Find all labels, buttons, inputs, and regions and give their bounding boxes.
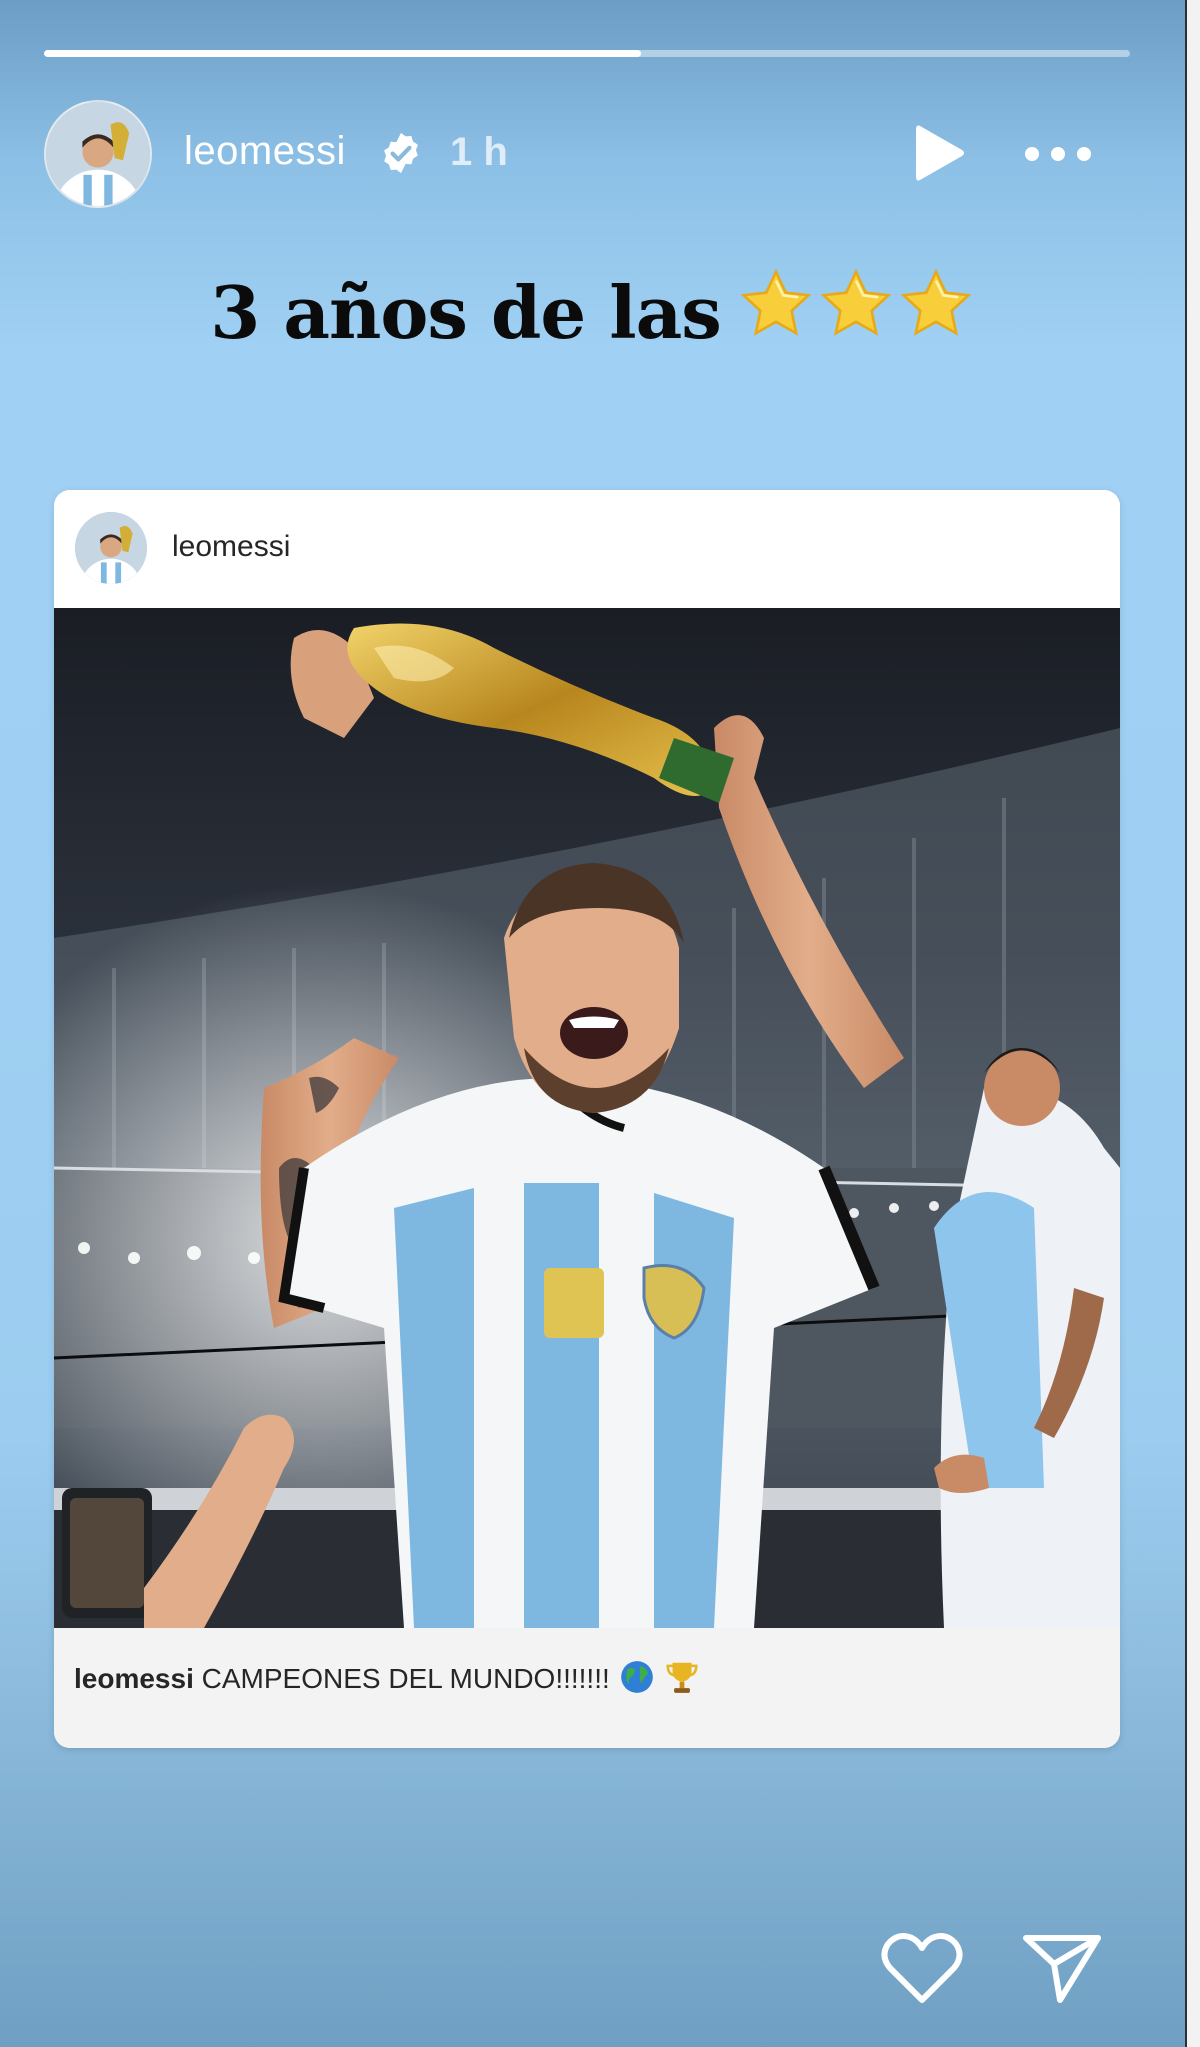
avatar-photo xyxy=(46,102,150,206)
trophy-emoji-icon xyxy=(666,1662,698,1693)
shared-post-username[interactable]: leomessi xyxy=(172,530,290,564)
play-icon[interactable] xyxy=(910,120,970,186)
story-header: leomessi 1 h xyxy=(44,100,1130,210)
shared-post-avatar[interactable] xyxy=(75,512,147,584)
story-timestamp: 1 h xyxy=(450,130,508,174)
globe-emoji-icon xyxy=(620,1661,653,1693)
story-caption: 3 años de las xyxy=(0,266,1185,361)
shared-post-photo xyxy=(54,608,1120,1628)
star-emoji-icon xyxy=(820,268,892,336)
story-username[interactable]: leomessi xyxy=(184,129,346,174)
celebration-photo-illustration xyxy=(54,608,1120,1628)
star-emoji-icon xyxy=(740,268,812,336)
star-emoji-icon xyxy=(900,268,972,336)
verified-badge-icon xyxy=(384,132,418,174)
shared-post-avatar-photo xyxy=(75,512,147,584)
story-view[interactable]: leomessi 1 h 3 años de las leomessi leom… xyxy=(0,0,1185,2047)
shared-post-caption-bar: leomessi CAMPEONES DEL MUNDO!!!!!!! xyxy=(54,1628,1120,1748)
story-caption-text: 3 años de las xyxy=(210,270,722,355)
shared-post-card[interactable]: leomessi leomessi CAMPEONES DEL MUNDO!!!… xyxy=(54,490,1120,1748)
more-dots-icon[interactable] xyxy=(1020,134,1096,174)
shared-post-caption: leomessi CAMPEONES DEL MUNDO!!!!!!! xyxy=(74,1658,701,1696)
window-edge xyxy=(1185,0,1200,2047)
avatar[interactable] xyxy=(44,100,152,208)
star-emoji-group xyxy=(735,266,975,361)
caption-username[interactable]: leomessi xyxy=(74,1663,194,1694)
heart-icon[interactable] xyxy=(880,1930,964,2006)
send-icon[interactable] xyxy=(1020,1930,1104,2006)
story-progress-fill xyxy=(44,50,642,57)
caption-text: CAMPEONES DEL MUNDO!!!!!!! xyxy=(201,1663,610,1694)
shared-post-header: leomessi xyxy=(54,490,1120,608)
story-progress-bar xyxy=(44,50,1130,57)
carousel-icon xyxy=(1039,636,1120,1628)
